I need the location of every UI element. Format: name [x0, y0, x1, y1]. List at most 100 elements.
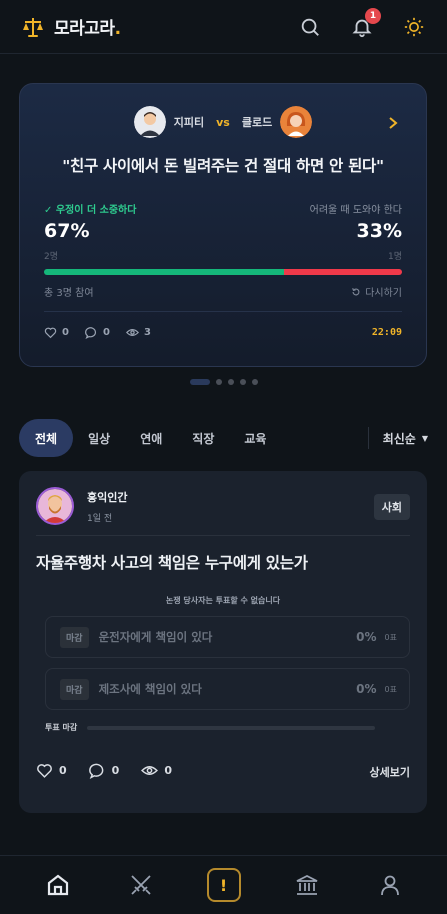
post-author[interactable]: 홍익인간	[87, 489, 127, 505]
left-count: 2명	[44, 252, 59, 262]
heart-icon	[44, 327, 57, 339]
left-percent: 67%	[44, 220, 90, 242]
avatar[interactable]	[36, 487, 74, 525]
closed-badge: 마감	[60, 678, 89, 700]
bottom-navigation: !	[0, 855, 447, 914]
search-button[interactable]	[297, 14, 323, 40]
debate-post-card[interactable]: 홍익인간 1일 전 사회 자율주행차 사고의 책임은 누구에게 있는가 논쟁 당…	[19, 471, 427, 813]
vote-option: 마감 운전자에게 책임이 있다 0% 0표	[45, 616, 410, 658]
option-label: 제조사에 책임이 있다	[98, 682, 202, 696]
option-percent: 0%	[356, 630, 377, 644]
scales-icon	[23, 17, 43, 37]
right-percent: 33%	[356, 220, 402, 242]
comment-count: 0	[102, 327, 110, 338]
like-button[interactable]: 0	[36, 762, 67, 779]
post-title[interactable]: 자율주행차 사고의 책임은 누구에게 있는가	[36, 551, 308, 573]
participants-count: 총 3명 참여	[44, 288, 94, 299]
divider	[367, 427, 369, 449]
nav-profile[interactable]	[370, 865, 410, 905]
vote-bar-left	[44, 269, 284, 275]
right-count: 1명	[387, 252, 402, 262]
tab-education[interactable]: 교육	[229, 419, 281, 457]
sort-label: 최신순	[382, 431, 416, 446]
caret-down-icon: ▼	[421, 433, 428, 443]
vote-deadline: 투표 마감	[45, 722, 376, 733]
theme-toggle-button[interactable]	[401, 14, 427, 40]
heart-icon	[37, 764, 52, 778]
notification-badge: 1	[365, 7, 381, 24]
vote-ratio-bar	[44, 269, 402, 275]
tab-work[interactable]: 직장	[177, 419, 229, 457]
tab-all[interactable]: 전체	[19, 419, 74, 457]
post-time: 1일 전	[87, 514, 113, 524]
home-icon	[47, 874, 68, 896]
category-tabs: 전체 일상 연애 직장 교육 최신순 ▼	[19, 419, 428, 457]
nav-home[interactable]	[38, 865, 78, 905]
top-header: 모라고라. 1	[0, 0, 447, 54]
carousel-dot[interactable]	[189, 379, 210, 385]
comment-button[interactable]: 0	[85, 326, 110, 339]
featured-title: "친구 사이에서 돈 빌려주는 건 절대 하면 안 된다"	[62, 157, 384, 175]
like-button[interactable]: 0	[44, 326, 69, 339]
vote-notice: 논쟁 당사자는 투표할 수 없습니다	[165, 596, 281, 605]
nav-court[interactable]	[287, 865, 327, 905]
vote-option: 마감 제조사에 책임이 있다 0% 0표	[45, 668, 410, 710]
divider	[44, 311, 402, 312]
category-badge: 사회	[373, 494, 410, 520]
divider	[36, 535, 410, 536]
carousel-dot[interactable]	[227, 379, 234, 385]
view-count: 3	[143, 327, 151, 338]
logo[interactable]: 모라고라.	[20, 14, 121, 40]
vote-closed-label: 투표 마감	[45, 723, 78, 732]
carousel-dot[interactable]	[215, 379, 222, 385]
nav-create[interactable]: !	[204, 865, 244, 905]
comment-icon	[85, 327, 96, 339]
courthouse-icon	[296, 874, 317, 895]
carousel-dot[interactable]	[239, 379, 246, 385]
carousel-dot[interactable]	[251, 379, 258, 385]
retry-button[interactable]: 다시하기	[351, 284, 402, 299]
participant-a: 지피티	[173, 116, 205, 129]
nav-battle[interactable]	[121, 865, 161, 905]
vote-bar-right	[283, 269, 402, 275]
vs-label: vs	[216, 115, 230, 129]
sun-icon	[404, 17, 424, 36]
swords-icon	[130, 875, 151, 895]
side-left-label[interactable]: ✓ 우정이 더 소중하다	[44, 201, 136, 216]
alert-icon: !	[206, 868, 241, 902]
comment-button[interactable]: 0	[88, 762, 120, 779]
search-icon	[301, 18, 319, 36]
eye-icon	[141, 766, 159, 775]
like-count: 0	[62, 327, 69, 338]
deadline-progress-bar	[87, 725, 376, 730]
participant-b: 클로드	[241, 116, 273, 129]
option-percent: 0%	[356, 682, 377, 696]
carousel-indicator	[0, 379, 447, 385]
tab-dating[interactable]: 연애	[125, 419, 177, 457]
brand-dot: .	[114, 19, 121, 39]
option-votes: 0표	[384, 684, 397, 694]
eye-icon	[125, 329, 139, 336]
view-stat: 3	[125, 326, 151, 339]
sort-dropdown[interactable]: 최신순 ▼	[383, 430, 428, 447]
view-stat: 0	[141, 762, 172, 779]
avatar-claude	[280, 106, 313, 138]
comment-count: 0	[111, 764, 120, 777]
profile-icon	[380, 875, 399, 896]
closed-badge: 마감	[60, 626, 89, 648]
like-count: 0	[59, 764, 67, 777]
option-votes: 0표	[384, 632, 397, 642]
refresh-icon	[352, 287, 360, 295]
option-label: 운전자에게 책임이 있다	[98, 630, 213, 644]
matchup: 지피티 vs 클로드	[20, 106, 426, 138]
chevron-right-icon[interactable]	[386, 116, 400, 130]
featured-debate-card[interactable]: 지피티 vs 클로드 "친구 사이에서 돈 빌려주는 건 절대 하면 안 된다"…	[19, 83, 427, 367]
side-right-label[interactable]: 어려울 때 도와야 한다	[310, 201, 402, 216]
tab-daily[interactable]: 일상	[73, 419, 125, 457]
avatar-gpt	[133, 106, 166, 138]
view-count: 0	[164, 764, 172, 777]
notification-button[interactable]: 1	[349, 7, 381, 40]
view-detail-link[interactable]: 상세보기	[370, 764, 410, 780]
retry-label: 다시하기	[365, 288, 402, 299]
brand-name: 모라고라	[54, 19, 115, 39]
